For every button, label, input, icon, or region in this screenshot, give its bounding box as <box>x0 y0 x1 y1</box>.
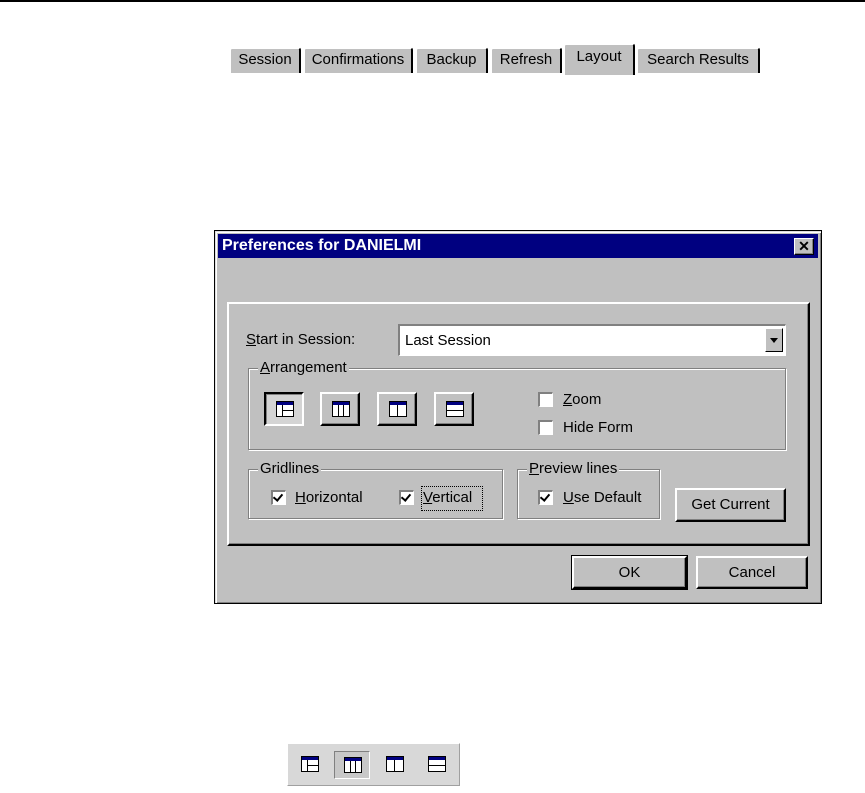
arrangement-button-two-column[interactable] <box>377 392 417 426</box>
cancel-label: Cancel <box>728 564 776 581</box>
zoom-label[interactable]: Zoom <box>563 391 601 408</box>
tab-label: Layout <box>576 48 622 65</box>
toolbar-button-tree-split[interactable] <box>292 751 328 779</box>
start-in-session-label: Start in Session: <box>246 331 356 348</box>
arrangement-button-two-row[interactable] <box>434 392 474 426</box>
tab-confirmations[interactable]: Confirmations <box>303 47 413 73</box>
tab-layout[interactable]: Layout <box>563 43 635 75</box>
tab-label: Confirmations <box>311 51 405 68</box>
layout-two-row-icon <box>428 756 446 772</box>
tab-refresh[interactable]: Refresh <box>490 47 562 73</box>
page-top-rule <box>0 0 865 2</box>
dialog-titlebar[interactable]: Preferences for DANIELMI ✕ <box>218 234 818 258</box>
use-default-label[interactable]: Use Default <box>563 489 641 506</box>
tab-backup[interactable]: Backup <box>415 47 488 73</box>
tab-search-results[interactable]: Search Results <box>636 47 760 73</box>
zoom-checkbox[interactable] <box>538 392 553 407</box>
vertical-label[interactable]: Vertical <box>423 489 472 506</box>
get-current-button[interactable]: Get Current <box>675 488 786 522</box>
start-in-session-select[interactable]: Last Session <box>398 324 786 356</box>
hide-form-checkbox[interactable] <box>538 420 553 435</box>
layout-two-row-icon <box>446 401 464 417</box>
toolbar-button-three-column[interactable] <box>334 751 370 779</box>
toolbar-button-two-column[interactable] <box>377 751 413 779</box>
tab-label: Search Results <box>647 51 749 68</box>
horizontal-checkbox[interactable] <box>271 490 286 505</box>
arrangement-button-tree-split[interactable] <box>264 392 304 426</box>
hide-form-label[interactable]: Hide Form <box>563 419 633 436</box>
get-current-label: Get Current <box>691 496 770 513</box>
close-icon[interactable]: ✕ <box>794 238 814 255</box>
dialog-title: Preferences for DANIELMI <box>222 237 422 254</box>
vertical-checkbox[interactable] <box>399 490 414 505</box>
tab-label: Session <box>238 51 292 68</box>
layout-tree-split-icon <box>301 756 319 772</box>
ok-button[interactable]: OK <box>571 555 688 590</box>
start-in-session-value: Last Session <box>405 332 491 349</box>
cancel-button[interactable]: Cancel <box>696 556 808 589</box>
preview-lines-title: Preview lines <box>527 460 620 477</box>
arrangement-toolbar <box>287 743 460 786</box>
tab-label: Backup <box>426 51 477 68</box>
chevron-down-icon[interactable] <box>765 328 783 352</box>
horizontal-label[interactable]: Horizontal <box>295 489 363 506</box>
arrangement-title: Arrangement <box>258 359 349 376</box>
ok-label: OK <box>618 564 641 581</box>
layout-tree-split-icon <box>276 401 294 417</box>
toolbar-button-two-row[interactable] <box>419 751 455 779</box>
tab-session[interactable]: Session <box>229 47 301 73</box>
arrangement-button-three-column[interactable] <box>320 392 360 426</box>
layout-three-column-icon <box>344 757 362 773</box>
layout-two-column-icon <box>389 401 407 417</box>
layout-two-column-icon <box>386 756 404 772</box>
gridlines-title: Gridlines <box>258 460 322 477</box>
layout-three-column-icon <box>332 401 350 417</box>
use-default-checkbox[interactable] <box>538 490 553 505</box>
tab-label: Refresh <box>499 51 553 68</box>
